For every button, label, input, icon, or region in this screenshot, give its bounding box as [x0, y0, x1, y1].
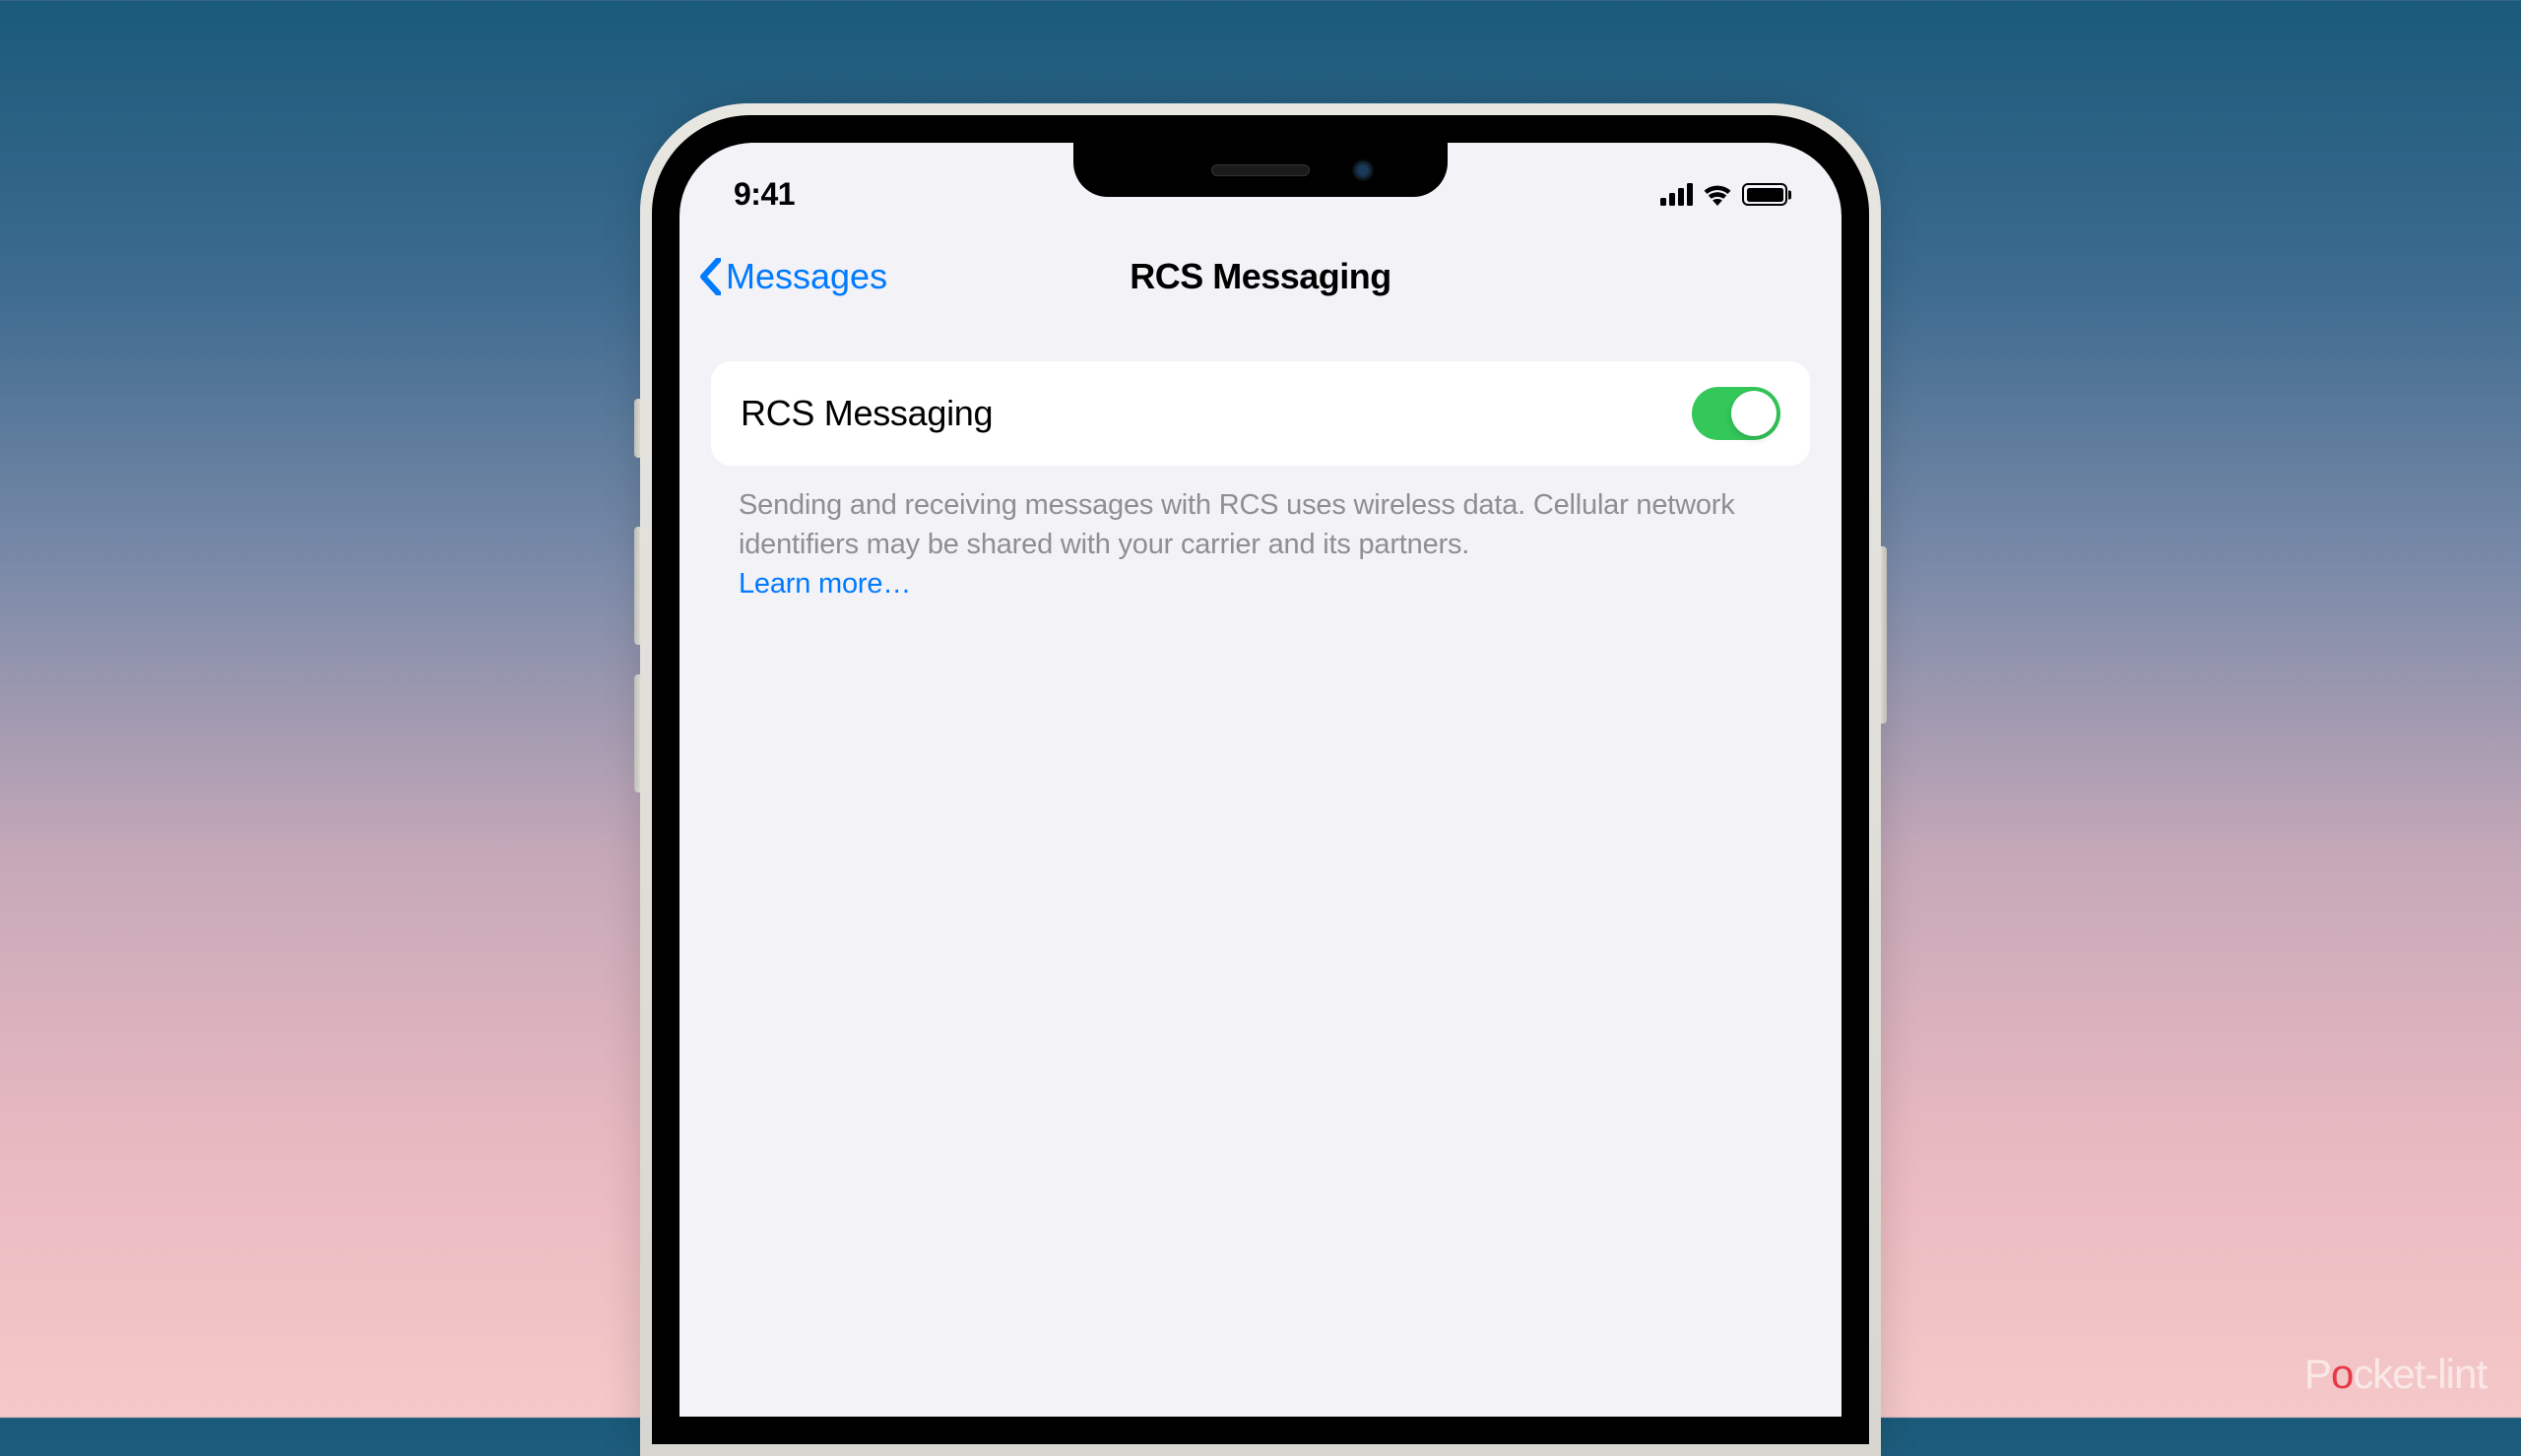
volume-up-button — [634, 527, 640, 645]
back-label: Messages — [726, 256, 887, 297]
mute-switch — [634, 399, 640, 458]
chevron-left-icon — [699, 258, 721, 295]
notch — [1073, 143, 1448, 197]
phone-frame: 9:41 — [640, 103, 1881, 1456]
rcs-toggle-label: RCS Messaging — [741, 393, 993, 434]
power-button — [1881, 546, 1887, 724]
speaker — [1211, 164, 1310, 176]
rcs-messaging-row[interactable]: RCS Messaging — [711, 361, 1810, 466]
cellular-signal-icon — [1660, 183, 1693, 206]
phone-bezel: 9:41 — [652, 115, 1869, 1444]
status-time: 9:41 — [734, 176, 795, 213]
settings-description: Sending and receiving messages with RCS … — [679, 466, 1842, 603]
back-button[interactable]: Messages — [699, 256, 887, 297]
front-camera — [1352, 159, 1374, 181]
wifi-icon — [1703, 184, 1732, 206]
learn-more-link[interactable]: Learn more… — [739, 568, 911, 600]
rcs-toggle[interactable] — [1692, 387, 1780, 440]
battery-icon — [1742, 183, 1787, 206]
phone-screen: 9:41 — [679, 143, 1842, 1417]
description-text: Sending and receiving messages with RCS … — [739, 489, 1735, 560]
watermark: Pocket-lint — [2304, 1351, 2487, 1398]
settings-group: RCS Messaging — [711, 361, 1810, 466]
navigation-bar: Messages RCS Messaging — [679, 222, 1842, 327]
status-icons — [1660, 183, 1787, 206]
toggle-knob — [1731, 391, 1777, 436]
volume-down-button — [634, 674, 640, 792]
